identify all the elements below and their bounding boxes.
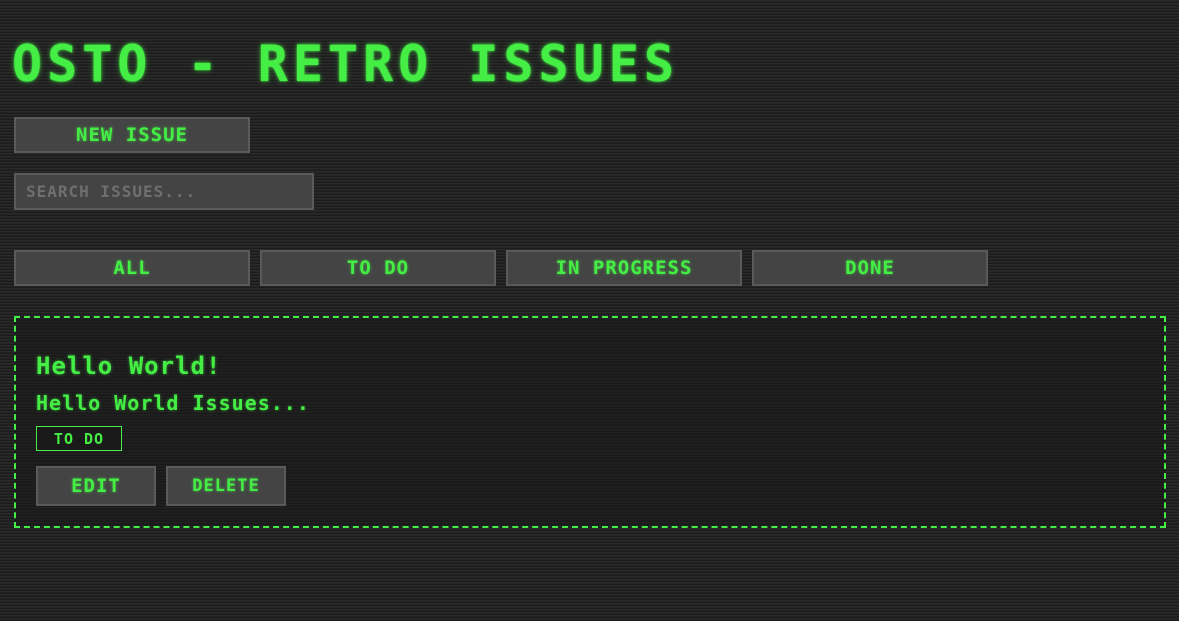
filter-in-progress-button[interactable]: IN PROGRESS — [506, 250, 742, 286]
issue-card: Hello World! Hello World Issues... TO DO… — [14, 316, 1166, 528]
issue-description: Hello World Issues... — [36, 391, 310, 415]
edit-button[interactable]: EDIT — [36, 466, 156, 506]
filter-todo-button[interactable]: TO DO — [260, 250, 496, 286]
delete-button[interactable]: DELETE — [166, 466, 286, 506]
new-issue-button[interactable]: NEW ISSUE — [14, 117, 250, 153]
page-title: OSTO - RETRO ISSUES — [12, 35, 679, 93]
search-input[interactable] — [14, 173, 314, 210]
status-badge: TO DO — [36, 426, 122, 451]
filter-all-button[interactable]: ALL — [14, 250, 250, 286]
filter-done-button[interactable]: DONE — [752, 250, 988, 286]
issue-title: Hello World! — [36, 352, 222, 380]
